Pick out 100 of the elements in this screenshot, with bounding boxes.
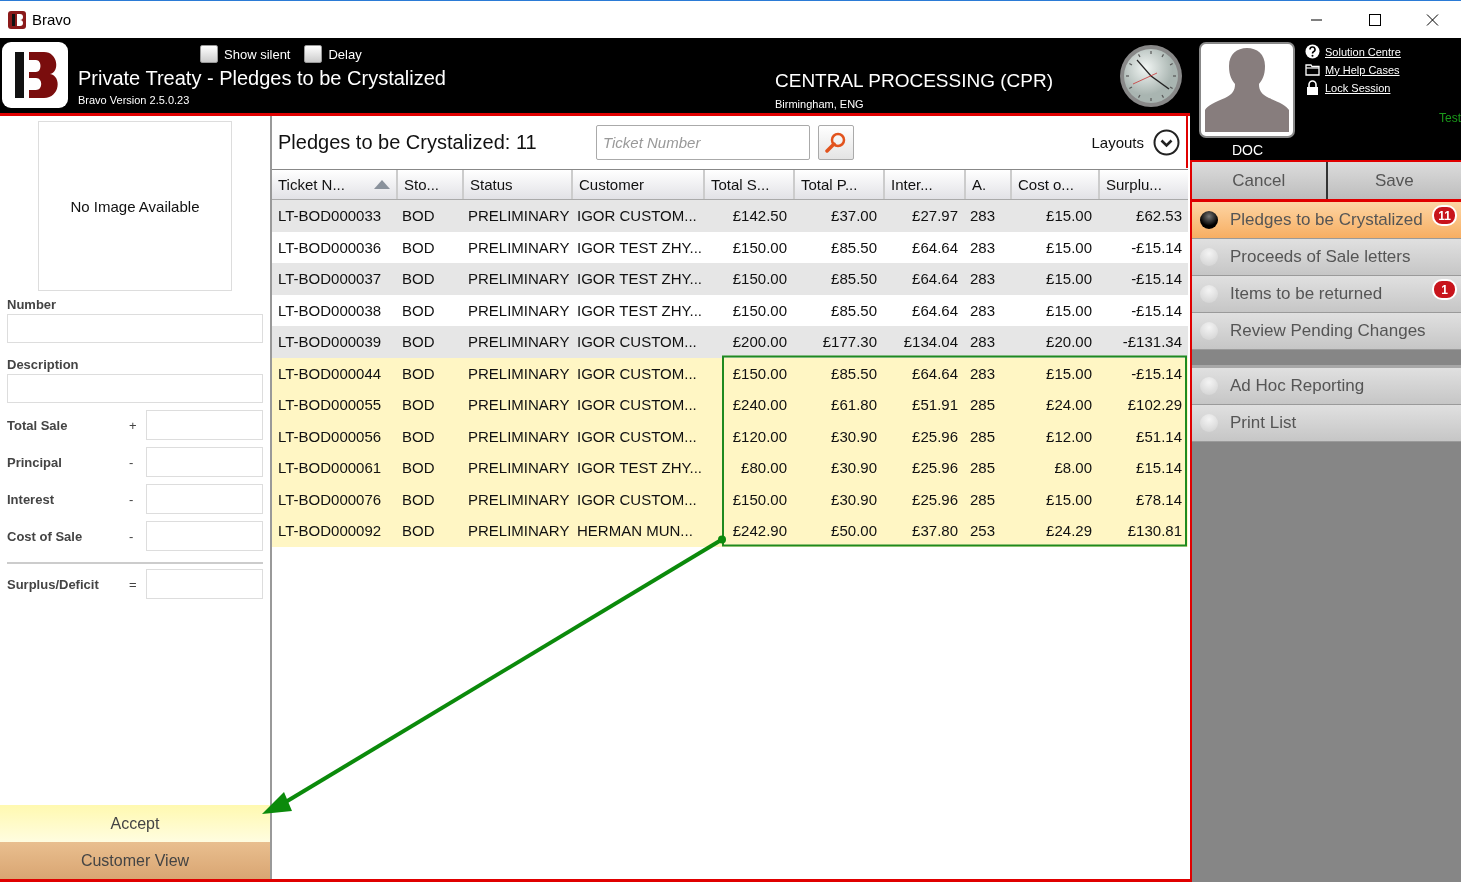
checkbox[interactable] bbox=[304, 45, 323, 63]
chevron-down-icon bbox=[1153, 128, 1180, 156]
table-cell-text: £51.91 bbox=[911, 395, 959, 416]
table-cell-text: BOD bbox=[401, 489, 436, 510]
count-badge: 1 bbox=[1432, 279, 1457, 300]
table-cell-text: £15.00 bbox=[1045, 269, 1093, 290]
table-cell-text: £15.00 bbox=[1045, 237, 1093, 258]
action-button[interactable]: Cancel bbox=[1192, 162, 1326, 199]
table-cell-text: -£15.14 bbox=[1130, 300, 1183, 321]
table-cell-text: IGOR CUSTOM... bbox=[576, 395, 698, 416]
table-cell-text: £15.14 bbox=[1135, 458, 1183, 479]
column-header[interactable]: Ticket N... bbox=[272, 170, 396, 199]
table-cell-text: PRELIMINARY bbox=[467, 489, 571, 510]
table-cell-text: £134.04 bbox=[902, 332, 959, 353]
amount-field[interactable] bbox=[146, 484, 263, 514]
table-cell-text: LT-BOD000036 bbox=[277, 237, 383, 258]
accept-button[interactable]: Accept bbox=[0, 805, 270, 842]
amount-field[interactable] bbox=[146, 447, 263, 477]
customer-view-button[interactable]: Customer View bbox=[0, 842, 270, 879]
table-cell-text: -£131.34 bbox=[1121, 332, 1183, 353]
table-cell-text: £64.64 bbox=[911, 363, 959, 384]
table-cell-text: 283 bbox=[969, 269, 997, 290]
layouts-button[interactable]: Layouts bbox=[1091, 128, 1180, 156]
table-cell-text: LT-BOD000061 bbox=[277, 458, 383, 479]
checkbox[interactable] bbox=[200, 45, 218, 63]
environment-label: Test bbox=[1439, 111, 1461, 125]
branch-name: CENTRAL PROCESSING (CPR) bbox=[775, 70, 1053, 92]
table-cell-text: £30.90 bbox=[830, 458, 878, 479]
table-cell-text: IGOR CUSTOM... bbox=[576, 332, 698, 353]
amount-field[interactable] bbox=[146, 410, 263, 440]
nav-item[interactable]: Proceeds of Sale letters bbox=[1192, 239, 1461, 276]
table-cell-text: LT-BOD000033 bbox=[277, 206, 383, 227]
table-cell-text: £30.90 bbox=[830, 489, 878, 510]
close-icon bbox=[1425, 13, 1439, 26]
nav-item[interactable]: Ad Hoc Reporting bbox=[1192, 368, 1461, 405]
header-link[interactable]: Solution Centre bbox=[1305, 44, 1401, 59]
table-cell-text: £142.50 bbox=[731, 206, 788, 227]
field-label: Number bbox=[7, 297, 58, 312]
table-cell-text: LT-BOD000039 bbox=[277, 332, 383, 353]
table-cell-text: £150.00 bbox=[731, 489, 788, 510]
search-field[interactable]: Ticket Number bbox=[596, 124, 810, 160]
table-cell-text: 283 bbox=[969, 332, 997, 353]
table-cell-text: 285 bbox=[969, 489, 997, 510]
table-cell-text: £24.29 bbox=[1045, 521, 1093, 542]
table-cell-text: PRELIMINARY bbox=[467, 426, 571, 447]
table-cell-text: £85.50 bbox=[830, 300, 878, 321]
table-cell-text: 285 bbox=[969, 458, 997, 479]
input-field[interactable] bbox=[7, 314, 263, 343]
table-cell-text: £64.64 bbox=[911, 300, 959, 321]
table-cell-text: LT-BOD000037 bbox=[277, 269, 383, 290]
nav-item[interactable]: Pledges to be Crystalized 11 bbox=[1192, 202, 1461, 239]
radio-icon bbox=[1200, 211, 1218, 229]
header-link[interactable]: My Help Cases bbox=[1305, 62, 1401, 77]
help-icon bbox=[1305, 44, 1320, 59]
table-cell-text: £24.00 bbox=[1045, 395, 1093, 416]
branch-location: Birmingham, ENG bbox=[775, 98, 865, 110]
table-cell-text: IGOR CUSTOM... bbox=[576, 206, 698, 227]
table-cell-text: -£15.14 bbox=[1130, 237, 1183, 258]
table-cell-text: £15.00 bbox=[1045, 206, 1093, 227]
table-cell-text: IGOR CUSTOM... bbox=[576, 489, 698, 510]
table-cell-text: BOD bbox=[401, 206, 436, 227]
table-cell-text: BOD bbox=[401, 521, 436, 542]
table-cell-text: £64.64 bbox=[911, 269, 959, 290]
table-cell-text: HERMAN MUN... bbox=[576, 521, 694, 542]
table-cell-text: PRELIMINARY bbox=[467, 269, 571, 290]
nav-item[interactable]: Review Pending Changes bbox=[1192, 313, 1461, 350]
table-cell-text: £30.90 bbox=[830, 426, 878, 447]
table-cell-text: £150.00 bbox=[731, 237, 788, 258]
table-cell-text: £25.96 bbox=[911, 458, 959, 479]
nav-item[interactable]: Print List bbox=[1192, 405, 1461, 442]
nav-item[interactable]: Items to be returned 1 bbox=[1192, 276, 1461, 313]
avatar-icon bbox=[1199, 42, 1295, 138]
table-cell-text: LT-BOD000056 bbox=[277, 426, 383, 447]
table-cell-text: PRELIMINARY bbox=[467, 363, 571, 384]
table-cell-text: £200.00 bbox=[731, 332, 788, 353]
header-link[interactable]: Lock Session bbox=[1305, 80, 1401, 95]
checkbox-label: Delay bbox=[328, 46, 362, 62]
operator-sign: = bbox=[129, 576, 138, 592]
action-button[interactable]: Save bbox=[1325, 162, 1461, 199]
radio-icon bbox=[1200, 285, 1218, 303]
search-button[interactable] bbox=[818, 124, 854, 160]
table-cell-text: £25.96 bbox=[911, 426, 959, 447]
table-cell-text: £85.50 bbox=[830, 363, 878, 384]
field-label: Total Sale bbox=[7, 417, 69, 433]
table-cell-text: PRELIMINARY bbox=[467, 300, 571, 321]
operator-sign: - bbox=[129, 454, 135, 470]
table-cell-text: £25.96 bbox=[911, 489, 959, 510]
amount-field[interactable] bbox=[146, 569, 263, 599]
input-field[interactable] bbox=[7, 374, 263, 403]
table-cell-text: PRELIMINARY bbox=[467, 206, 571, 227]
amount-field[interactable] bbox=[146, 521, 263, 551]
search-icon bbox=[825, 131, 847, 153]
table-cell-text: BOD bbox=[401, 458, 436, 479]
table-cell-text: 285 bbox=[969, 395, 997, 416]
checkbox-label: Show silent bbox=[224, 46, 291, 62]
radio-icon bbox=[1200, 414, 1218, 432]
table-cell-text: £78.14 bbox=[1135, 489, 1183, 510]
list-title: Pledges to be Crystalized: 11 bbox=[278, 130, 538, 154]
table-cell-text: BOD bbox=[401, 426, 436, 447]
table-cell-text: IGOR TEST ZHY... bbox=[576, 269, 703, 290]
